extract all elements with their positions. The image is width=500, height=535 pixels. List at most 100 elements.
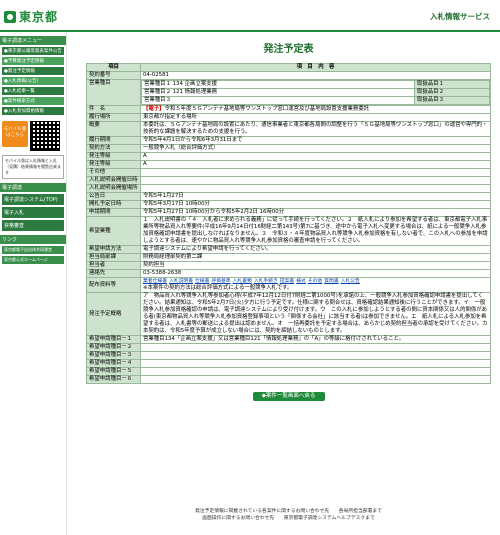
table-row: 入札説明会開催日時 [86, 176, 491, 185]
row-label: 概要 [86, 121, 141, 137]
req2-value [140, 343, 491, 352]
pub-date-value: 令和5年1月27日 [140, 192, 491, 201]
table-row: 希望申請種目－３ [86, 351, 491, 360]
row-label: 発注予定概略 [86, 292, 141, 336]
row-label: 開札予定日時 [86, 200, 141, 209]
attachment-link[interactable]: 提案書 [280, 278, 294, 285]
req1-value: 営業種目134「企画立案支援」又は営業種目121「情報処理業務」の「A」の等級に… [140, 335, 491, 344]
qr-code-icon [30, 121, 60, 151]
table-row: 発注予定概略ア 物品買入れ等競争入札等参加者心得(平成7年12月12日付7財経二… [86, 292, 493, 336]
mobile-button[interactable]: モバイル版はこちら [2, 121, 28, 147]
attachment-link[interactable]: 様式 [296, 278, 306, 285]
row-label: 希望申請種目－４ [86, 359, 141, 368]
attachment-link[interactable]: 入札手続き [254, 278, 278, 285]
row-label: 発注等級 [86, 160, 141, 169]
contact-dept-value: 財務局経理部契約第二課 [140, 253, 491, 262]
table-row: 契約番号 04-02581 [86, 71, 491, 80]
sidebar-link-egov[interactable]: 東京都電子自治体共同運営 [2, 246, 64, 254]
subject-cell: 【電子】令和５年度５Ｇアンテナ基地局等ワンストップ窓口運営及び基地局設置支援業務… [140, 105, 491, 114]
business-type-2: 営業種目２ 121 情報処理業務 [141, 88, 415, 97]
footer-contact-2: 画面操作に関するお問い合わせ先 東京都電子調達システムヘルプデスクまで [202, 516, 375, 521]
table-row: 営業種目 営業種目１ 134 企画立案支援 取扱品目１ 営業種目２ 121 情報処… [86, 79, 491, 106]
footer-contact-1: 発注予定情報に掲載されている各案件に関するお問い合わせ先 各局所担当部署まで [195, 509, 382, 514]
sidebar-item-bid-info[interactable]: ●入札情報(公告) [2, 77, 64, 85]
table-row: 希望申請種目－６ [86, 375, 491, 384]
row-label: 担当者 [86, 261, 141, 270]
sidebar-section-procurement: 電子調達 [0, 183, 66, 192]
table-row: 履行場所 東京都が指定する場所 [86, 113, 491, 122]
row-label: 件 名 [86, 105, 141, 114]
sidebar-item-bid-results[interactable]: ●入札結果一覧 [2, 87, 64, 95]
row-label: 連絡先 [86, 269, 141, 278]
attachment-link[interactable]: 仕様書 [195, 278, 209, 285]
app-method-value: 電子調達システムにより希望申請を行ってください。 [140, 245, 491, 254]
conditions-value: ア 物品買入れ等競争入札等参加者心得(平成7年12月12日付7財経二第1000号… [140, 292, 493, 336]
attachment-link[interactable]: 入札公告 [341, 278, 360, 285]
mobile-promo: モバイル版はこちら [2, 121, 64, 151]
method-value: 一般競争入札（総合評価方式） [140, 144, 491, 153]
contact-value: 契約担当 [140, 261, 491, 270]
period-value: 令和5年4月1日から令和6年3月31日まで [140, 136, 491, 145]
attachment-link[interactable]: その他 [308, 278, 322, 285]
table-row: 希望申請種目－１ 営業種目134「企画立案支援」又は営業種目121「情報処理業務」… [86, 335, 491, 344]
table-row: 開札予定日時 令和5年3月17日 10時00分 [86, 200, 491, 209]
back-to-list-button[interactable]: ◆案件一覧画面へ戻る [252, 392, 325, 401]
table-row: 希望業種 １ 入札説明書の「４ 入札者に求められる義務」に従って手続を行ってくださ… [86, 216, 491, 246]
place-value: 東京都が指定する場所 [140, 113, 491, 122]
contract-number: 04-02581 [140, 71, 491, 80]
mobile-note: モバイル版は入札情報と入札（見積）結果情報を閲覧出来ます [2, 155, 64, 179]
row-label: 入札説明会開催日時 [86, 176, 141, 185]
other-value [140, 168, 491, 177]
table-row: 申請期間 令和5年1月27日 10時00分から令和5年2月2日 16時00分 [86, 208, 491, 217]
sidebar-item-budget-plan[interactable]: ●予算発注予定情報 [2, 57, 64, 65]
attachment-link[interactable]: 評価基準 [211, 278, 230, 285]
sidebar-section-menu: 電子調達メニュー [0, 36, 66, 45]
req3-value [140, 351, 491, 360]
table-row: 連絡先 03-5388-2638 [86, 269, 491, 278]
sidebar-item-koho[interactable]: ●東京都公報等発表案件公告 [2, 47, 64, 55]
attachment-link[interactable]: 入札書類 [233, 278, 252, 285]
phone-value: 03-5388-2638 [140, 269, 491, 278]
table-row: 担当局部課 財務局経理部契約第二課 [86, 253, 491, 262]
row-label: 契約番号 [86, 71, 141, 80]
page-title: 発注予定表 [263, 44, 314, 55]
attachments-note: ※本案件の契約方法は総合評価方式による一般競争入札です。 [143, 285, 293, 291]
overview-value: 本委託は、５Ｇアンテナ基地局の設置にあたり、通信事業者と東京都各局間の調整を行う… [140, 121, 491, 137]
sidebar-item-search[interactable]: ●案件検索方式 [2, 97, 64, 105]
system-title: 入札情報サービス [430, 12, 490, 21]
sidebar-link-official[interactable]: 東京都公式ホームページ [2, 256, 64, 264]
handled-item-1: 取扱品目１ [414, 80, 490, 89]
attachment-link[interactable]: 入札説明書 [169, 278, 193, 285]
req4-value [140, 359, 491, 368]
table-row: 発注等級 A [86, 160, 491, 169]
sidebar-link-system-top[interactable]: 電子調達システム(TOP) [2, 194, 64, 205]
attachment-link[interactable]: 質問書 [324, 278, 338, 285]
row-label: 希望申請方法 [86, 245, 141, 254]
main-content: 発注予定表 項目 項 目 内 容 契約番号 04-02581 営業種目 営業種目… [86, 36, 493, 401]
row-label: 入札説明会開催場所 [86, 184, 141, 193]
table-row: 担当者 契約担当 [86, 261, 491, 270]
table-row: 件 名 【電子】令和５年度５Ｇアンテナ基地局等ワンストップ窓口運営及び基地局設置… [86, 105, 491, 114]
sidebar-section-links: リンク [0, 235, 66, 244]
sidebar-link-ebid[interactable]: 電子入札 [2, 207, 64, 218]
table-row: 履行期間 令和5年4月1日から令和6年3月31日まで [86, 136, 491, 145]
row-label: 希望申請種目－２ [86, 343, 141, 352]
row-label: 希望申請種目－５ [86, 367, 141, 376]
row-label: 希望申請種目－６ [86, 375, 141, 384]
sidebar-item-order-plan[interactable]: ●発注予定情報 [2, 67, 64, 75]
subject-text: 令和５年度５Ｇアンテナ基地局等ワンストップ窓口運営及び基地局設置支援業務委託 [164, 106, 370, 112]
apply-period-value: 令和5年1月27日 10時00分から令和5年2月2日 16時00分 [140, 208, 491, 217]
row-label: 営業種目 [86, 79, 141, 106]
sidebar-item-qualification[interactable]: ●入札参加資格情報 [2, 107, 64, 115]
table-row: 概要 本委託は、５Ｇアンテナ基地局の設置にあたり、通信事業者と東京都各局間の調整を… [86, 121, 491, 137]
row-label: 配布資料等 [86, 277, 141, 293]
row-label: その他 [86, 168, 141, 177]
attachment-link[interactable]: 業者仕様書 [143, 278, 167, 285]
row-label: 公告日 [86, 192, 141, 201]
column-header-item: 項目 [86, 63, 141, 72]
handled-item-3: 取扱品目３ [414, 96, 490, 105]
tokyo-logo[interactable]: 東京都 [4, 8, 58, 25]
row-label: 申請期間 [86, 208, 141, 217]
sidebar-link-qualification[interactable]: 資格審査 [2, 220, 64, 231]
footer: 発注予定情報に掲載されている各案件に関するお問い合わせ先 各局所担当部署まで 画… [86, 508, 491, 522]
